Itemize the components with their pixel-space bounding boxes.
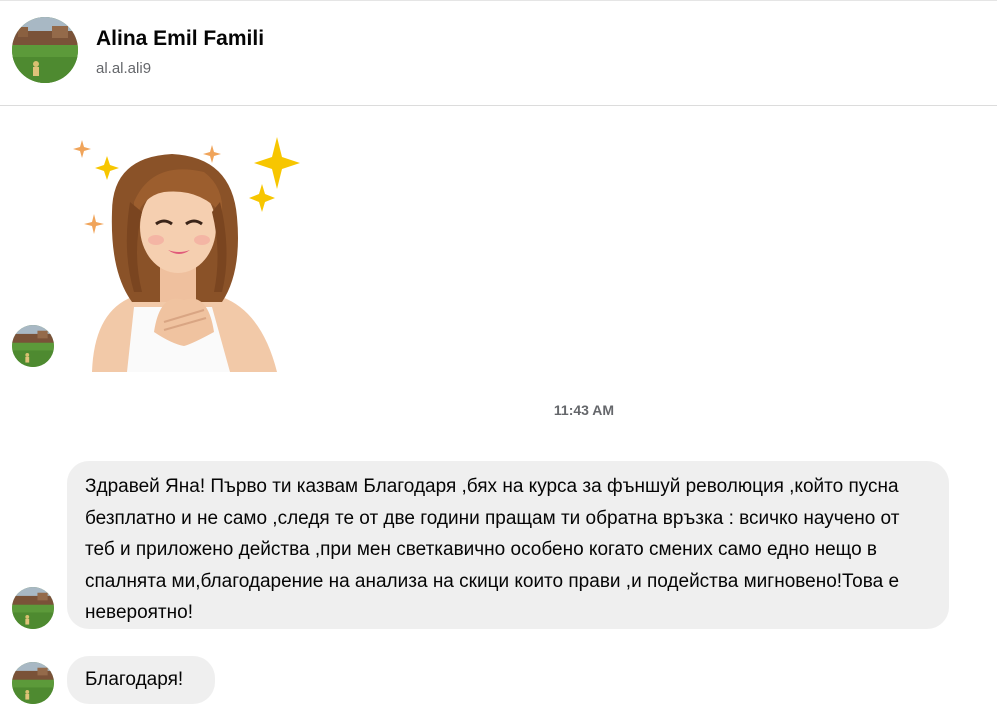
sender-avatar[interactable] — [12, 587, 54, 629]
message-timestamp: 11:43 AM — [553, 402, 615, 418]
sender-avatar[interactable] — [12, 325, 54, 367]
avatar-photo-icon — [12, 325, 54, 367]
avatar-photo-icon — [12, 17, 78, 83]
contact-avatar[interactable] — [12, 17, 78, 83]
avatar-photo-icon — [12, 662, 54, 704]
message-bubble[interactable]: Благодаря! — [67, 656, 215, 704]
avatar-heart-hands-sticker-icon — [73, 137, 300, 372]
sender-avatar[interactable] — [12, 662, 54, 704]
conversation-header: Alina Emil Famili al.al.ali9 — [0, 0, 997, 106]
contact-name[interactable]: Alina Emil Famili — [96, 27, 264, 51]
sticker-message[interactable] — [72, 132, 302, 372]
message-bubble[interactable]: Здравей Яна! Първо ти казвам Благодаря ,… — [67, 461, 949, 629]
avatar-photo-icon — [12, 587, 54, 629]
contact-username: al.al.ali9 — [96, 60, 152, 77]
